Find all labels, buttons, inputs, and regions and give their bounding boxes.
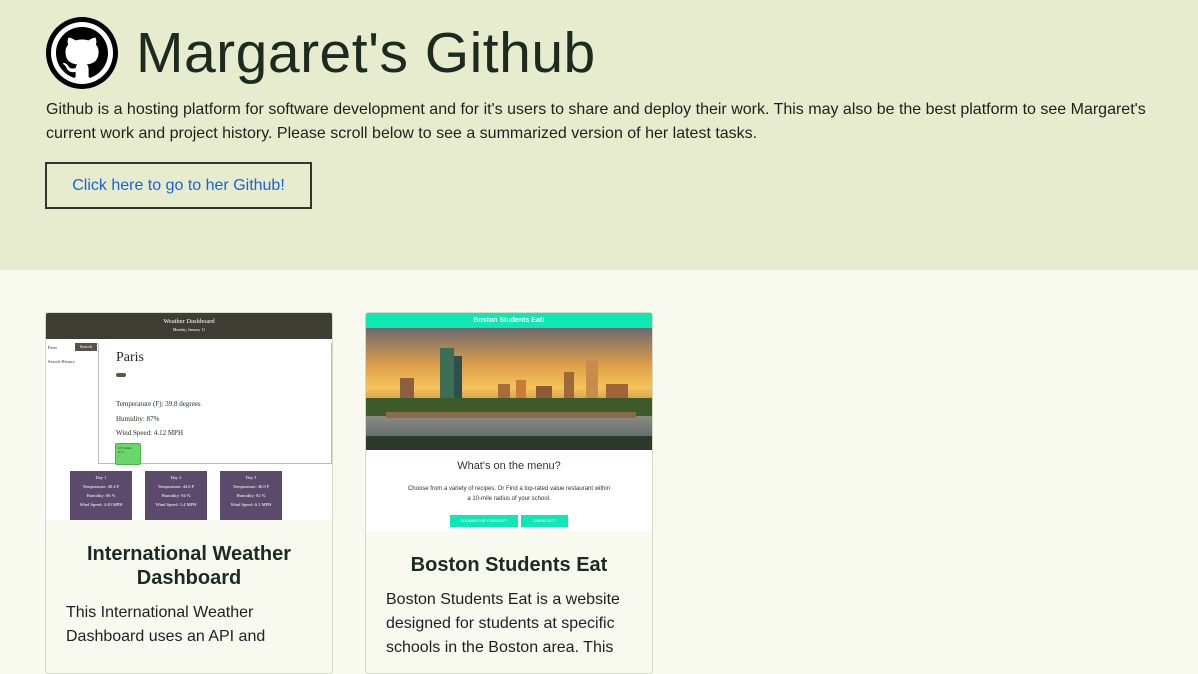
- project-card-weather[interactable]: Weather Dashboard Monday, January 11 Par…: [45, 312, 333, 674]
- day-wind: Wind Speed: 1.4 MPH: [155, 502, 197, 507]
- weather-current-panel: Paris Temperature (F): 39.8 degrees Humi…: [98, 343, 332, 465]
- weather-temperature: Temperature (F): 39.8 degrees: [116, 400, 201, 408]
- github-icon: [46, 17, 118, 89]
- day-label: Day 1: [95, 475, 107, 480]
- boston-question: What's on the menu?: [457, 460, 561, 472]
- weather-humidity: Humidity: 87%: [116, 415, 160, 423]
- weather-header-title: Weather Dashboard: [163, 318, 215, 325]
- weather-search-input: Paris: [48, 345, 57, 350]
- weather-day-card: Day 1 Temperature: 40.4 F Humidity: 86 %…: [70, 471, 132, 520]
- hero-description: Github is a hosting platform for softwar…: [46, 101, 1146, 142]
- day-humidity: Humidity: 94 %: [161, 493, 191, 498]
- weather-search-button: Search: [75, 343, 97, 351]
- weather-wind: Wind Speed: 4.12 MPH: [116, 429, 183, 437]
- page-title: Margaret's Github: [136, 21, 596, 85]
- day-humidity: Humidity: 82 %: [236, 493, 266, 498]
- boston-text: Choose from a variety of recipes. Or Fin…: [407, 486, 611, 502]
- day-temperature: Temperature: 46.8 F: [232, 484, 270, 489]
- hero-title-row: Margaret's Github: [46, 17, 596, 89]
- weather-dashboard-thumbnail: Weather Dashboard Monday, January 11 Par…: [46, 313, 332, 520]
- weather-day-card: Day 3 Temperature: 46.8 F Humidity: 82 %…: [220, 471, 282, 520]
- card-description: This International Weather Dashboard use…: [66, 604, 266, 645]
- boston-cook-button: COOKING FOR YOURSELF?: [450, 515, 518, 527]
- weather-city-name: Paris: [116, 350, 144, 365]
- weather-search-history: Search History: [48, 359, 75, 364]
- weather-day-card: Day 2 Temperature: 44.6 F Humidity: 94 %…: [145, 471, 207, 520]
- project-card-boston[interactable]: Boston Students Eat! What's on the menu?…: [365, 312, 653, 674]
- day-wind: Wind Speed: 4.49 MPH: [79, 502, 123, 507]
- day-temperature: Temperature: 40.4 F: [82, 484, 120, 489]
- day-humidity: Humidity: 86 %: [86, 493, 116, 498]
- boston-skyline-image: [366, 328, 652, 450]
- day-label: Day 3: [245, 475, 257, 480]
- boston-header-title: Boston Students Eat!: [366, 313, 652, 328]
- card-title[interactable]: Boston Students Eat: [366, 553, 652, 577]
- card-title[interactable]: International Weather Dashboard: [46, 542, 332, 590]
- weather-header-date: Monday, January 11: [172, 327, 206, 332]
- boston-dine-button: DINING OUT?: [521, 515, 568, 527]
- weather-icon: [116, 373, 126, 377]
- weather-header: Weather Dashboard Monday, January 11: [46, 313, 332, 339]
- day-label: Day 2: [170, 475, 182, 480]
- weather-uv-badge: UV Index 0.71: [115, 443, 141, 465]
- card-description: Boston Students Eat is a website designe…: [386, 591, 620, 656]
- github-link-button[interactable]: Click here to go to her Github!: [45, 162, 312, 209]
- weather-uv-value: 0.71: [118, 450, 125, 454]
- weather-search-panel: Paris Search Search History: [46, 342, 98, 372]
- hero-section: Margaret's Github Github is a hosting pl…: [0, 0, 1198, 270]
- day-temperature: Temperature: 44.6 F: [157, 484, 195, 489]
- day-wind: Wind Speed: 6.1 MPH: [230, 502, 272, 507]
- boston-students-thumbnail: Boston Students Eat! What's on the menu?…: [366, 313, 652, 531]
